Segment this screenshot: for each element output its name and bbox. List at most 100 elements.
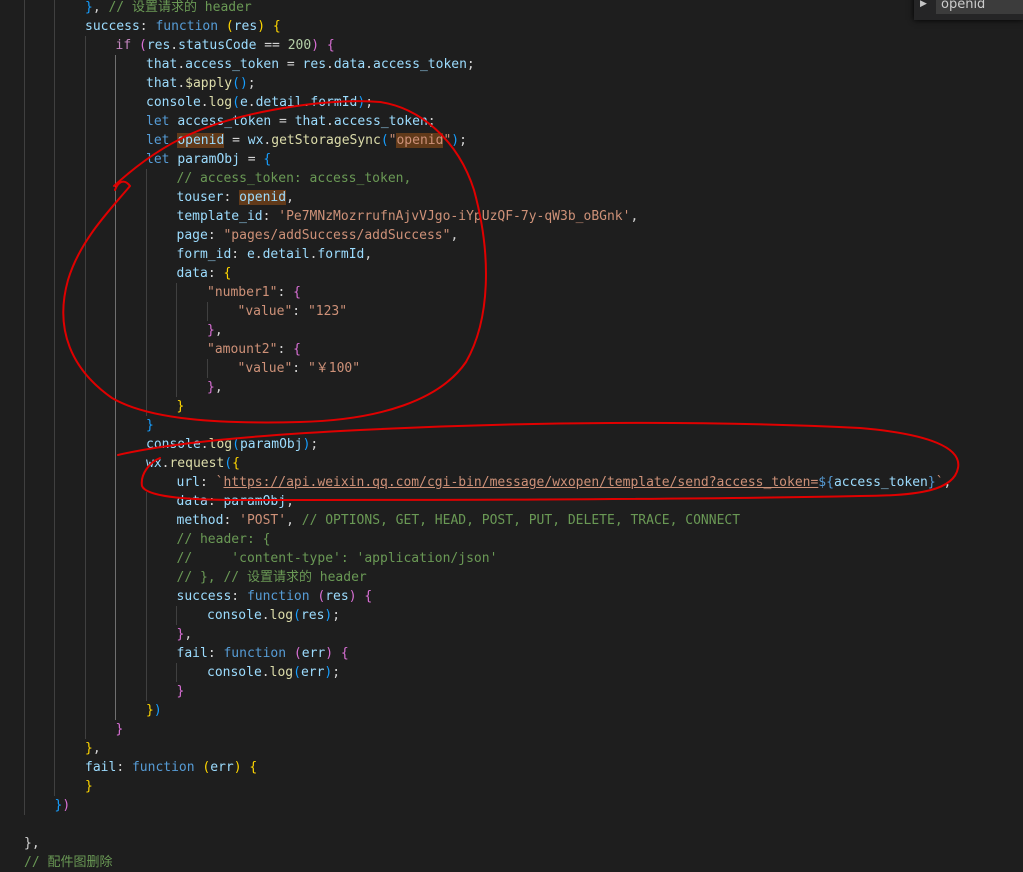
code-token: ( bbox=[232, 76, 240, 91]
code-token: that bbox=[294, 114, 327, 129]
code-token: // OPTIONS, GET, HEAD, POST, PUT, DELETE… bbox=[301, 513, 741, 528]
code-token: ; bbox=[427, 114, 436, 129]
code-token: ( bbox=[225, 19, 234, 34]
code-editor[interactable]: }, // 设置请求的 header success: function (res… bbox=[0, 0, 1023, 870]
code-token: ( bbox=[224, 456, 233, 471]
code-line[interactable]: }, bbox=[207, 378, 223, 397]
code-line[interactable]: fail: function (err) { bbox=[85, 758, 257, 777]
code-line[interactable]: success: function (res) { bbox=[85, 17, 281, 36]
code-line[interactable]: fail: function (err) { bbox=[177, 644, 349, 663]
code-line[interactable]: form_id: e.detail.formId, bbox=[177, 245, 373, 264]
code-token: , bbox=[214, 380, 223, 395]
code-line[interactable]: }, bbox=[207, 321, 223, 340]
code-line[interactable]: console.log(err); bbox=[207, 663, 340, 682]
code-token: { bbox=[223, 266, 232, 281]
code-token: ) bbox=[233, 760, 242, 775]
code-token: method bbox=[176, 513, 224, 528]
code-line[interactable]: template_id: 'Pe7MNzMozrrufnAjvVJgo-iYpU… bbox=[177, 207, 639, 226]
code-token: { bbox=[272, 19, 281, 34]
code-token: { bbox=[326, 38, 335, 53]
code-token: } bbox=[176, 399, 185, 414]
chevron-right-icon[interactable]: ▶ bbox=[920, 0, 934, 11]
code-token: : bbox=[139, 19, 156, 34]
code-line[interactable]: "value": "￥100" bbox=[238, 359, 361, 378]
code-token: success bbox=[85, 19, 140, 34]
code-line[interactable]: wx.request({ bbox=[146, 454, 240, 473]
code-line[interactable]: url: ` https://api.weixin.qq.com/cgi-bin/… bbox=[177, 473, 952, 492]
code-line[interactable]: let openid = wx.getStorageSync("openid")… bbox=[146, 131, 467, 150]
code-line[interactable]: }, bbox=[24, 834, 40, 853]
find-input[interactable]: openid bbox=[936, 0, 1023, 14]
code-line[interactable]: }) bbox=[55, 796, 71, 815]
code-line[interactable]: that.$apply(); bbox=[146, 74, 256, 93]
code-token: : bbox=[231, 247, 247, 262]
code-token: , bbox=[214, 323, 223, 338]
code-token: page bbox=[176, 228, 208, 243]
code-token: } bbox=[146, 703, 154, 718]
code-line[interactable]: console.log(res); bbox=[207, 606, 340, 625]
code-token: ( bbox=[232, 95, 240, 110]
code-token: ) bbox=[62, 798, 71, 813]
code-token: res bbox=[146, 38, 171, 53]
code-line[interactable]: }, // 设置请求的 header bbox=[85, 0, 252, 17]
code-token: e bbox=[239, 95, 248, 110]
code-line[interactable]: } bbox=[177, 682, 185, 701]
code-token: form_id bbox=[176, 247, 232, 262]
code-token: getStorageSync bbox=[271, 133, 381, 148]
code-line[interactable]: "number1": { bbox=[207, 283, 301, 302]
code-token: = bbox=[271, 114, 295, 129]
code-token: . bbox=[365, 57, 373, 72]
code-line[interactable]: // }, // 设置请求的 header bbox=[177, 568, 367, 587]
code-line[interactable]: success: function (res) { bbox=[177, 587, 373, 606]
code-line[interactable]: page: "pages/addSuccess/addSuccess", bbox=[177, 226, 459, 245]
code-token: : bbox=[231, 589, 247, 604]
code-line[interactable]: }) bbox=[146, 701, 162, 720]
code-token: log bbox=[208, 95, 233, 110]
code-token: : bbox=[207, 266, 224, 281]
code-token: = bbox=[239, 152, 264, 167]
code-token: detail bbox=[255, 95, 303, 110]
code-line[interactable]: data: { bbox=[177, 264, 232, 283]
code-line[interactable]: console.log(e.detail.formId); bbox=[146, 93, 373, 112]
code-token: ; bbox=[332, 608, 341, 623]
code-token: data bbox=[333, 57, 366, 72]
code-line[interactable]: console.log(paramObj); bbox=[146, 435, 318, 454]
code-token: ; bbox=[247, 76, 256, 91]
code-line[interactable]: }, bbox=[177, 625, 193, 644]
code-line[interactable]: // 配件图删除 bbox=[24, 853, 112, 872]
code-line[interactable]: let paramObj = { bbox=[146, 150, 271, 169]
code-line[interactable]: "amount2": { bbox=[207, 340, 301, 359]
code-token: : bbox=[262, 209, 279, 224]
code-token: { bbox=[364, 589, 373, 604]
code-line[interactable]: } bbox=[177, 397, 185, 416]
code-line[interactable]: // 'content-type': 'application/json' bbox=[177, 549, 498, 568]
code-token: ) bbox=[257, 19, 266, 34]
code-line[interactable]: }, bbox=[85, 739, 101, 758]
code-line[interactable]: // header: { bbox=[177, 530, 271, 549]
code-line[interactable]: } bbox=[116, 720, 124, 739]
code-line[interactable]: } bbox=[85, 777, 93, 796]
code-token: } bbox=[927, 475, 936, 490]
code-line[interactable]: } bbox=[146, 416, 154, 435]
code-line[interactable]: touser: openid, bbox=[177, 188, 294, 207]
code-line[interactable]: // access_token: access_token, bbox=[177, 169, 412, 188]
code-line[interactable]: if (res.statusCode == 200) { bbox=[116, 36, 335, 55]
code-line[interactable]: method: 'POST', // OPTIONS, GET, HEAD, P… bbox=[177, 511, 741, 530]
code-token: ( bbox=[138, 38, 147, 53]
code-token: , bbox=[31, 836, 40, 851]
code-token: ) bbox=[239, 76, 248, 91]
code-line[interactable]: "value": "123" bbox=[238, 302, 348, 321]
code-token: . bbox=[261, 608, 270, 623]
code-line[interactable]: let access_token = that.access_token; bbox=[146, 112, 436, 131]
code-line[interactable]: data: paramObj, bbox=[177, 492, 294, 511]
code-token: , bbox=[286, 513, 302, 528]
indent-guide bbox=[146, 492, 147, 701]
code-token: that bbox=[146, 76, 178, 91]
code-token: . bbox=[326, 57, 334, 72]
code-line[interactable]: that.access_token = res.data.access_toke… bbox=[146, 55, 475, 74]
code-token: err bbox=[210, 760, 234, 775]
code-token: { bbox=[293, 342, 301, 357]
